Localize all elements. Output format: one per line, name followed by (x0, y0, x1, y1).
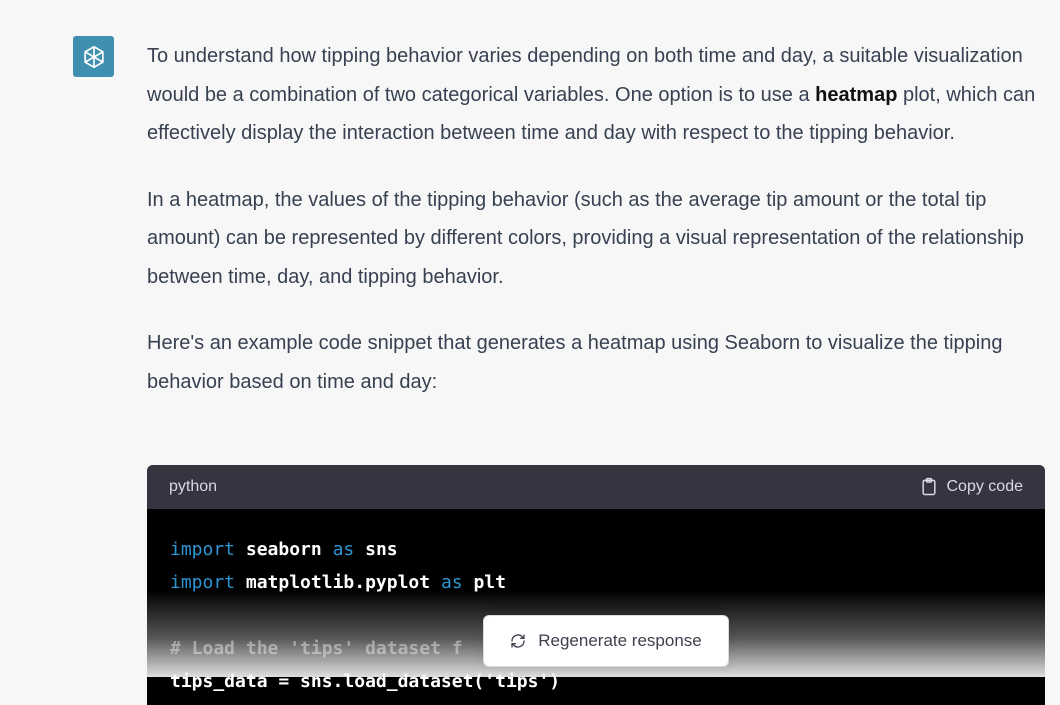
code-token: tips_data = sns.load_dataset('tips') (170, 671, 561, 692)
code-token: seaborn (235, 539, 333, 560)
copy-code-button[interactable]: Copy code (919, 477, 1024, 497)
code-token: import (170, 572, 236, 593)
regenerate-label: Regenerate response (538, 631, 702, 650)
code-token: sns (354, 539, 398, 560)
message-paragraph: To understand how tipping behavior varie… (147, 37, 1042, 153)
code-token: import (170, 539, 236, 560)
code-body: import seaborn as sns import matplotlib.p… (147, 509, 1045, 698)
assistant-message: To understand how tipping behavior varie… (147, 37, 1042, 429)
code-block: python Copy code import seaborn as sns im… (147, 465, 1045, 705)
clipboard-icon (921, 477, 936, 496)
code-token: plt (462, 572, 506, 593)
code-line: tips_data = sns.load_dataset('tips') (170, 665, 1022, 698)
bold-text: heatmap (815, 83, 898, 106)
openai-logo-icon (83, 45, 104, 68)
refresh-icon (511, 634, 525, 648)
code-language-label: python (169, 478, 218, 495)
assistant-avatar (73, 36, 114, 77)
code-comment: # Load the 'tips' dataset f (170, 638, 463, 659)
code-token: as (440, 572, 463, 593)
regenerate-response-button[interactable]: Regenerate response (483, 615, 729, 667)
code-line: import matplotlib.pyplot as plt (170, 566, 1022, 599)
message-paragraph: In a heatmap, the values of the tipping … (147, 188, 1024, 288)
code-block-header: python Copy code (147, 465, 1045, 509)
copy-code-label: Copy code (946, 478, 1024, 495)
code-line: import seaborn as sns (170, 533, 1022, 566)
message-paragraph: Here's an example code snippet that gene… (147, 332, 1003, 393)
code-token: as (332, 539, 355, 560)
code-token: matplotlib.pyplot (235, 572, 441, 593)
